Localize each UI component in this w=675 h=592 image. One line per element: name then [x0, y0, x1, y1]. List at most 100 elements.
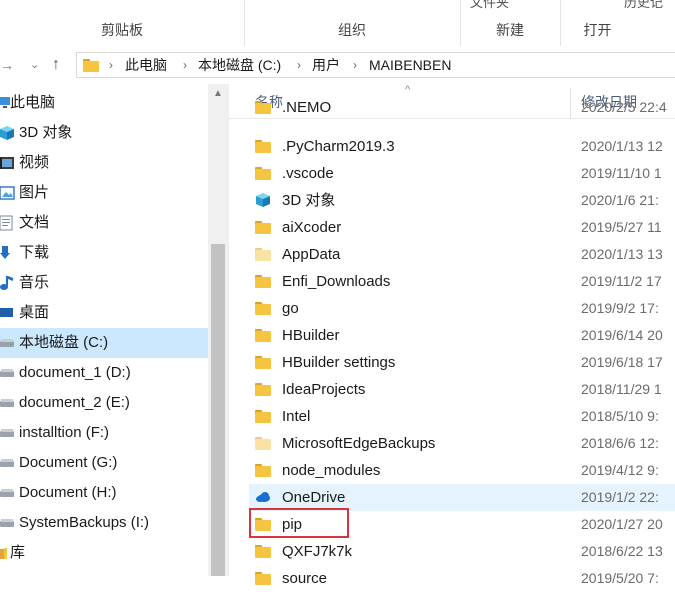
ribbon-group-clipboard[interactable]: 剪贴板	[0, 0, 245, 46]
file-date: 2018/11/29 1	[581, 381, 662, 397]
chevron-right-icon[interactable]: ›	[183, 53, 187, 77]
file-row[interactable]: HBuilder settings 2019/6/18 17	[249, 349, 675, 376]
file-row[interactable]: IdeaProjects 2018/11/29 1	[249, 376, 675, 403]
drive-icon	[0, 339, 14, 347]
nav-item-documents[interactable]: 文档	[0, 208, 208, 238]
file-name: QXFJ7k7k	[282, 543, 353, 560]
navigation-pane[interactable]: 此电脑 3D 对象 视频 图片 文档 下载 音乐 桌面 本地磁盘 (C:) do…	[0, 84, 229, 576]
file-name: 3D 对象	[282, 192, 336, 209]
file-row[interactable]: HBuilder 2019/6/14 20	[249, 322, 675, 349]
nav-item-3d-objects[interactable]: 3D 对象	[0, 118, 208, 148]
file-row[interactable]: go 2019/9/2 17:	[249, 295, 675, 322]
nav-item-label: 下载	[19, 244, 50, 261]
drive-icon	[0, 399, 14, 407]
nav-item-label: 音乐	[19, 274, 50, 291]
folder-icon	[255, 462, 271, 478]
file-row[interactable]: AppData 2020/1/13 13	[249, 241, 675, 268]
nav-item-local-disk-c[interactable]: 本地磁盘 (C:)	[0, 328, 208, 358]
nav-item-label: installtion (F:)	[19, 424, 110, 441]
nav-item-this-pc[interactable]: 此电脑	[0, 88, 208, 118]
breadcrumb-user-folder[interactable]: MAIBENBEN	[369, 53, 451, 77]
folder-icon	[255, 327, 271, 343]
file-date: 2018/5/10 9:	[581, 408, 659, 424]
file-name: .PyCharm2019.3	[282, 138, 395, 155]
ribbon-group-open[interactable]: 历史记 打开	[560, 0, 675, 46]
file-row[interactable]: .vscode 2019/11/10 1	[249, 160, 675, 187]
file-name: source	[282, 570, 328, 587]
chevron-right-icon[interactable]: ›	[109, 53, 113, 77]
file-row[interactable]: .PyCharm2019.3 2020/1/13 12	[249, 133, 675, 160]
folder-icon	[83, 57, 99, 73]
chevron-right-icon[interactable]: ›	[353, 53, 357, 77]
file-row[interactable]: 3D 对象 2020/1/6 21:	[249, 187, 675, 214]
file-row[interactable]: QXFJ7k7k 2018/6/22 13	[249, 538, 675, 565]
breadcrumb-this-pc[interactable]: 此电脑	[125, 53, 167, 77]
nav-item-drive-d[interactable]: document_1 (D:)	[0, 358, 208, 388]
nav-item-desktop[interactable]: 桌面	[0, 298, 208, 328]
nav-item-libraries[interactable]: 库	[0, 538, 208, 568]
folder-icon	[255, 138, 271, 154]
ribbon-group-label: 组织	[338, 22, 366, 38]
nav-item-label: 图片	[19, 184, 50, 201]
nav-item-label: Document (G:)	[19, 454, 118, 471]
file-row[interactable]: Enfi_Downloads 2019/11/2 17	[249, 268, 675, 295]
chevron-right-icon[interactable]: ›	[297, 53, 301, 77]
file-row[interactable]: aiXcoder 2019/5/27 11	[249, 214, 675, 241]
folder-icon	[255, 246, 271, 262]
navigation-pane-scrollbar[interactable]: ▲	[208, 84, 228, 576]
nav-item-downloads[interactable]: 下载	[0, 238, 208, 268]
file-name: node_modules	[282, 462, 381, 479]
file-row[interactable]: source 2019/5/20 7:	[249, 565, 675, 592]
drive-icon	[0, 519, 14, 527]
nav-item-videos[interactable]: 视频	[0, 148, 208, 178]
scrollbar-thumb[interactable]	[211, 244, 225, 576]
highlight-box	[249, 508, 349, 538]
nav-item-drive-f[interactable]: installtion (F:)	[0, 418, 208, 448]
nav-item-pictures[interactable]: 图片	[0, 178, 208, 208]
file-date: 2019/5/20 7:	[581, 570, 659, 586]
sort-ascending-icon: ^	[405, 84, 411, 96]
file-date: 2020/2/5 22:4	[581, 99, 667, 115]
file-date: 2019/6/18 17	[581, 354, 663, 370]
file-list[interactable]: 名称 ^ 修改日期 .NEMO 2020/2/5 22:4 .PyCharm2019…	[229, 84, 675, 587]
documents-icon	[0, 215, 13, 231]
nav-item-drive-e[interactable]: document_2 (E:)	[0, 388, 208, 418]
file-row[interactable]: Intel 2018/5/10 9:	[249, 403, 675, 430]
file-date: 2020/1/13 12	[581, 138, 663, 154]
address-box[interactable]: › 此电脑 › 本地磁盘 (C:) › 用户 › MAIBENBEN	[76, 52, 675, 78]
nav-item-label: SystemBackups (I:)	[19, 514, 150, 531]
file-name: Intel	[282, 408, 311, 425]
ribbon-group-label: 打开	[583, 22, 612, 38]
folder-icon	[255, 381, 271, 397]
file-name: .vscode	[282, 165, 334, 182]
file-row[interactable]: MicrosoftEdgeBackups 2018/6/6 12:	[249, 430, 675, 457]
nav-item-music[interactable]: 音乐	[0, 268, 208, 298]
file-date: 2020/1/27 20	[581, 516, 663, 532]
nav-item-drive-g[interactable]: Document (G:)	[0, 448, 208, 478]
scroll-up-arrow-icon[interactable]: ▲	[208, 88, 228, 99]
nav-item-label: document_1 (D:)	[19, 364, 131, 381]
nav-item-drive-i[interactable]: SystemBackups (I:)	[0, 508, 208, 538]
nav-item-drive-h[interactable]: Document (H:)	[0, 478, 208, 508]
up-arrow-icon[interactable]: ↑	[52, 46, 70, 84]
ribbon-group-organize[interactable]: 组织	[244, 0, 461, 46]
folder-icon	[255, 273, 271, 289]
back-arrow-icon[interactable]: →	[0, 46, 14, 84]
ribbon: 剪贴板 组织 文件夹 新建 历史记 打开	[0, 0, 675, 47]
file-name: HBuilder	[282, 327, 340, 344]
download-icon	[0, 246, 10, 259]
chevron-down-icon[interactable]: ⌄	[30, 46, 44, 84]
file-row[interactable]: .NEMO 2020/2/5 22:4	[249, 99, 675, 133]
music-icon	[0, 276, 13, 290]
file-date: 2019/1/2 22:	[581, 489, 659, 505]
breadcrumb-users[interactable]: 用户	[312, 53, 340, 77]
file-row[interactable]: node_modules 2019/4/12 9:	[249, 457, 675, 484]
cube-3d-icon	[256, 193, 270, 207]
folder-icon	[255, 543, 271, 559]
file-row[interactable]: OneDrive 2019/1/2 22:	[249, 484, 675, 511]
file-date: 2019/11/10 1	[581, 165, 662, 181]
desktop-icon	[0, 308, 13, 317]
file-name: OneDrive	[282, 489, 346, 506]
nav-item-label: 3D 对象	[19, 124, 73, 141]
breadcrumb-local-disk[interactable]: 本地磁盘 (C:)	[198, 53, 281, 77]
